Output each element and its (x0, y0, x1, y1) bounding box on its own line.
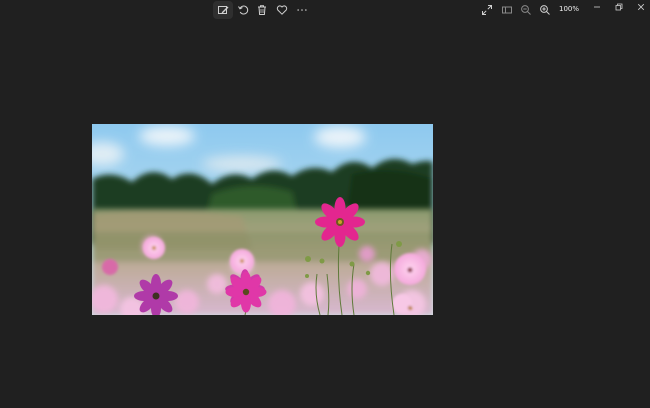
rotate-button[interactable] (233, 1, 253, 19)
restore-icon (615, 3, 623, 11)
edit-icon (218, 6, 229, 14)
cosmos-flowers-photo (92, 124, 433, 315)
photos-app-window: 100% (0, 0, 650, 408)
top-toolbar: 100% (0, 0, 650, 20)
photo-canvas[interactable] (92, 124, 433, 315)
minimize-button[interactable] (586, 0, 608, 14)
favorite-button[interactable] (272, 1, 292, 19)
delete-button[interactable] (252, 1, 272, 19)
zoom-out-button[interactable] (516, 1, 536, 19)
more-icon (297, 9, 307, 11)
delete-icon (258, 5, 266, 15)
zoom-in-button[interactable] (535, 1, 555, 19)
restore-button[interactable] (608, 0, 630, 14)
more-options-button[interactable] (291, 1, 313, 19)
compare-button[interactable] (497, 1, 517, 19)
zoom-in-icon (540, 5, 550, 15)
close-icon (637, 3, 645, 11)
heart-icon (276, 5, 288, 15)
compare-icon (502, 6, 512, 14)
rotate-icon (238, 5, 249, 15)
zoom-level[interactable]: 100% (557, 4, 581, 14)
edit-image-button[interactable] (213, 1, 233, 19)
fullscreen-button[interactable] (477, 1, 497, 19)
minimize-icon (594, 6, 600, 8)
zoom-out-icon (521, 5, 531, 15)
close-button[interactable] (630, 0, 650, 14)
expand-icon (482, 5, 492, 15)
